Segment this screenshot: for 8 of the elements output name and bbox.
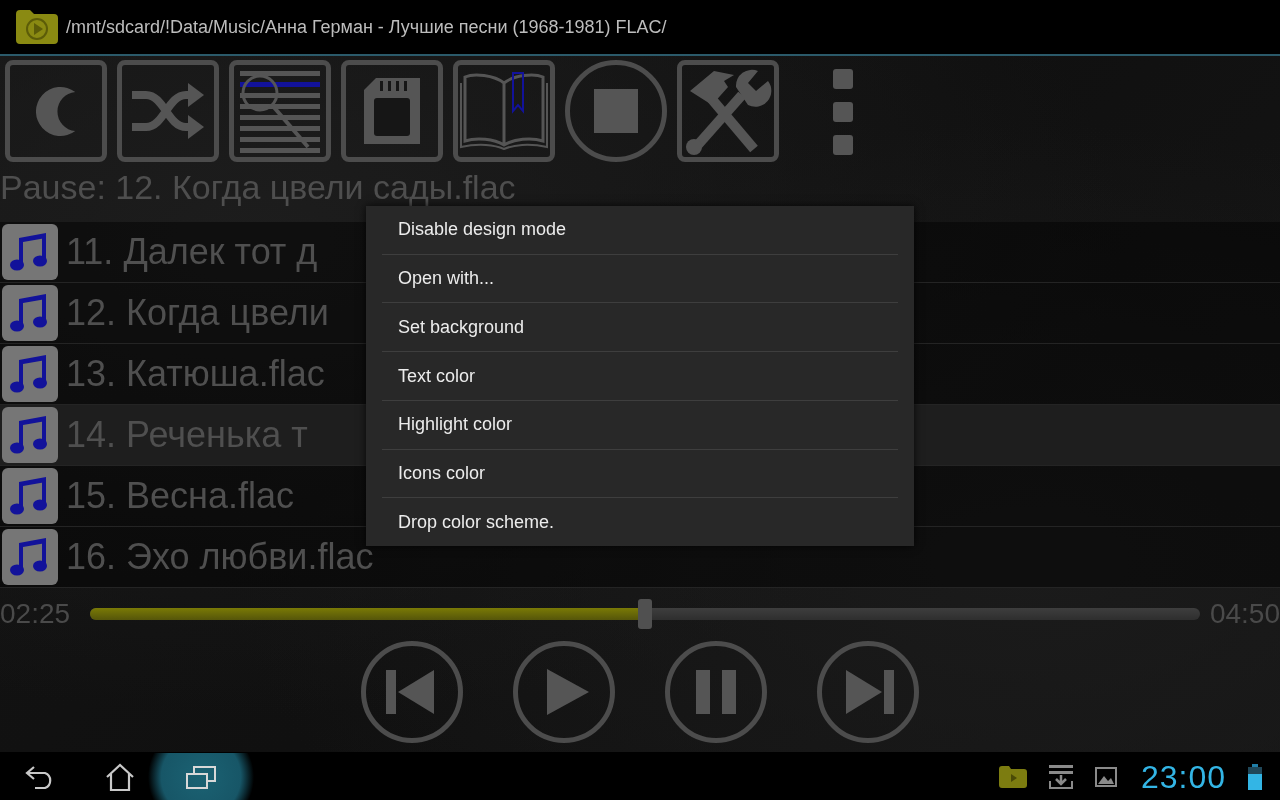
track-title: 12. Когда цвели (66, 292, 329, 334)
track-title: 16. Эхо любви.flac (66, 536, 374, 578)
track-title: 11. Далек тот д (66, 231, 318, 273)
clock-text: 23:00 (1140, 758, 1226, 796)
track-title: 15. Весна.flac (66, 475, 294, 517)
track-title: 13. Катюша.flac (66, 353, 325, 395)
folder-path: /mnt/sdcard/!Data/Music/Анна Герман - Лучшие песни (1968-1981) FLAC/ (66, 16, 667, 38)
elapsed-time: 02:25 (0, 598, 72, 630)
